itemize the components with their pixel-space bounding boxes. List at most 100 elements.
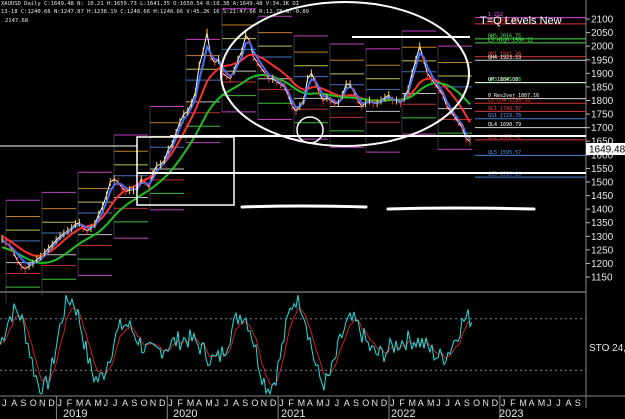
month-tick-label: S: [242, 398, 248, 408]
price-tick-label: 1900: [591, 69, 614, 80]
month-tick-label: O: [141, 398, 148, 408]
price-tick-label: 1800: [591, 96, 614, 107]
month-tick-label: A: [418, 398, 424, 408]
header-line3: 2147.68: [5, 18, 28, 24]
month-tick-label: M: [94, 398, 102, 408]
month-tick-label: S: [20, 398, 26, 408]
price-tick-label: 1500: [591, 177, 614, 188]
month-tick-label: D: [48, 398, 55, 408]
month-tick-label: J: [547, 398, 552, 408]
month-tick-label: O: [30, 398, 37, 408]
month-tick-label: A: [85, 398, 91, 408]
header-line2: 13-18 C:1240.66 N:1247.87 H:1238.19 C:12…: [1, 9, 309, 15]
month-tick-label: D: [159, 398, 166, 408]
header-line1: XAUUSD Daily C:1649.48 N: 10.21 H:1659.7…: [1, 1, 299, 7]
month-tick-label: J: [335, 398, 340, 408]
stoch-d-line: [0, 307, 473, 385]
month-tick-label: J: [2, 398, 7, 408]
price-tick-label: 1950: [591, 55, 614, 66]
month-tick-label: A: [529, 398, 535, 408]
month-tick-label: M: [519, 398, 527, 408]
month-tick-label: O: [473, 398, 480, 408]
price-tick-label: 1300: [591, 232, 614, 243]
month-tick-label: D: [381, 398, 388, 408]
month-tick-label: N: [39, 398, 46, 408]
month-tick-label: F: [510, 398, 516, 408]
year-tick-label: 2022: [391, 408, 415, 419]
price-tick-label: 1850: [591, 82, 614, 93]
price-tick-label: 1200: [591, 259, 614, 270]
month-tick-label: A: [196, 398, 202, 408]
month-tick-label: F: [178, 398, 184, 408]
time-axis: JASONDJFMAMJJASONDJFMAMJJASONDJFMAMJJASO…: [2, 396, 581, 419]
level-label: QL1 1748.97: [488, 106, 521, 112]
price-tick-label: 2050: [591, 28, 614, 39]
month-tick-label: J: [214, 398, 219, 408]
month-tick-label: A: [455, 398, 461, 408]
annotation-stroke-2[interactable]: [386, 206, 536, 211]
annotation-stroke-1[interactable]: [240, 204, 368, 209]
price-tick-label: 2100: [591, 15, 614, 26]
price-tick-label: 1350: [591, 218, 614, 229]
price-tick-label: 1250: [591, 245, 614, 256]
price-tick-label: 1750: [591, 110, 614, 121]
price-tick-label: 1550: [591, 164, 614, 175]
level-label: QL5 1595.57: [488, 150, 521, 156]
month-tick-label: J: [325, 398, 330, 408]
month-tick-label: M: [187, 398, 195, 408]
price-tick-label: 1450: [591, 191, 614, 202]
month-tick-label: O: [362, 398, 369, 408]
year-tick-label: 2023: [499, 408, 523, 419]
price-tick-label: 1400: [591, 205, 614, 216]
quarterly-level-boxes: 1 222R5 1999.09QH5 2016.75L3 High 1986.2…: [5, 8, 586, 304]
month-tick-label: N: [372, 398, 379, 408]
chart-window: XAUUSD Daily C:1649.48 N: 10.21 H:1659.7…: [0, 0, 625, 419]
month-tick-label: S: [575, 398, 581, 408]
month-tick-label: M: [205, 398, 213, 408]
month-tick-label: S: [353, 398, 359, 408]
price-tick-label: 1700: [591, 123, 614, 134]
month-tick-label: N: [150, 398, 157, 408]
month-tick-label: J: [113, 398, 118, 408]
month-tick-label: J: [501, 398, 506, 408]
month-tick-label: J: [104, 398, 109, 408]
month-tick-label: S: [131, 398, 137, 408]
price-series-1: [1, 53, 471, 257]
levels-title: T=Q Levels New: [480, 15, 562, 27]
month-tick-label: J: [57, 398, 62, 408]
month-tick-label: D: [270, 398, 277, 408]
month-tick-label: J: [445, 398, 450, 408]
month-tick-label: J: [556, 398, 561, 408]
price-tick-label: 1150: [591, 273, 613, 284]
price-tick-label: 2000: [591, 42, 614, 53]
month-tick-label: M: [316, 398, 324, 408]
month-tick-label: F: [399, 398, 405, 408]
level-label: L3 High 1986.22: [488, 37, 533, 43]
month-tick-label: A: [122, 398, 128, 408]
month-tick-label: J: [224, 398, 229, 408]
month-tick-label: J: [390, 398, 395, 408]
month-tick-label: F: [67, 398, 73, 408]
month-tick-label: S: [464, 398, 470, 408]
month-tick-label: A: [11, 398, 17, 408]
price-tag: 1649.48: [589, 145, 625, 156]
month-tick-label: A: [233, 398, 239, 408]
stoch-label: STO 24,: [589, 343, 625, 354]
month-tick-label: J: [168, 398, 173, 408]
month-tick-label: A: [307, 398, 313, 408]
month-tick-label: M: [427, 398, 435, 408]
price-series-3: [1, 40, 471, 266]
month-tick-label: M: [76, 398, 84, 408]
month-tick-label: J: [279, 398, 284, 408]
month-tick-label: N: [482, 398, 489, 408]
level-label: QS1 1729.78: [488, 113, 521, 119]
chart-canvas: XAUUSD Daily C:1649.48 N: 10.21 H:1659.7…: [0, 0, 625, 419]
month-tick-label: N: [261, 398, 268, 408]
month-tick-label: D: [492, 398, 499, 408]
month-tick-label: O: [251, 398, 258, 408]
level-label: QL4 1690.79: [488, 122, 521, 128]
month-tick-label: M: [298, 398, 306, 408]
stochastic-panel: [0, 294, 586, 396]
month-tick-label: F: [288, 398, 294, 408]
month-tick-label: A: [344, 398, 350, 408]
